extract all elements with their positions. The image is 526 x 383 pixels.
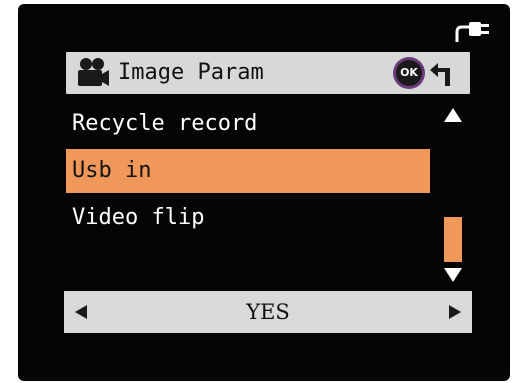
movie-camera-icon [78,58,109,86]
menu-item-recycle-record[interactable]: Recycle record [66,102,430,146]
device-screen: Image Param OK Recycle record Usb in Vid… [18,4,510,381]
page-title: Image Param [118,60,264,85]
left-arrow-icon[interactable] [74,304,88,320]
value-selector[interactable]: YES [64,291,472,333]
menu-item-video-flip[interactable]: Video flip [66,196,430,240]
selected-value: YES [246,300,290,324]
return-arrow-icon[interactable] [428,60,456,88]
ok-button[interactable]: OK [396,60,422,86]
right-arrow-icon[interactable] [448,304,462,320]
menu-header: Image Param OK [66,52,470,94]
scroll-up-arrow-icon[interactable] [443,107,463,123]
power-plug-icon [455,22,489,42]
scroll-down-arrow-icon[interactable] [443,267,463,283]
menu-item-usb-in[interactable]: Usb in [66,149,430,193]
scrollbar-thumb[interactable] [444,217,462,262]
